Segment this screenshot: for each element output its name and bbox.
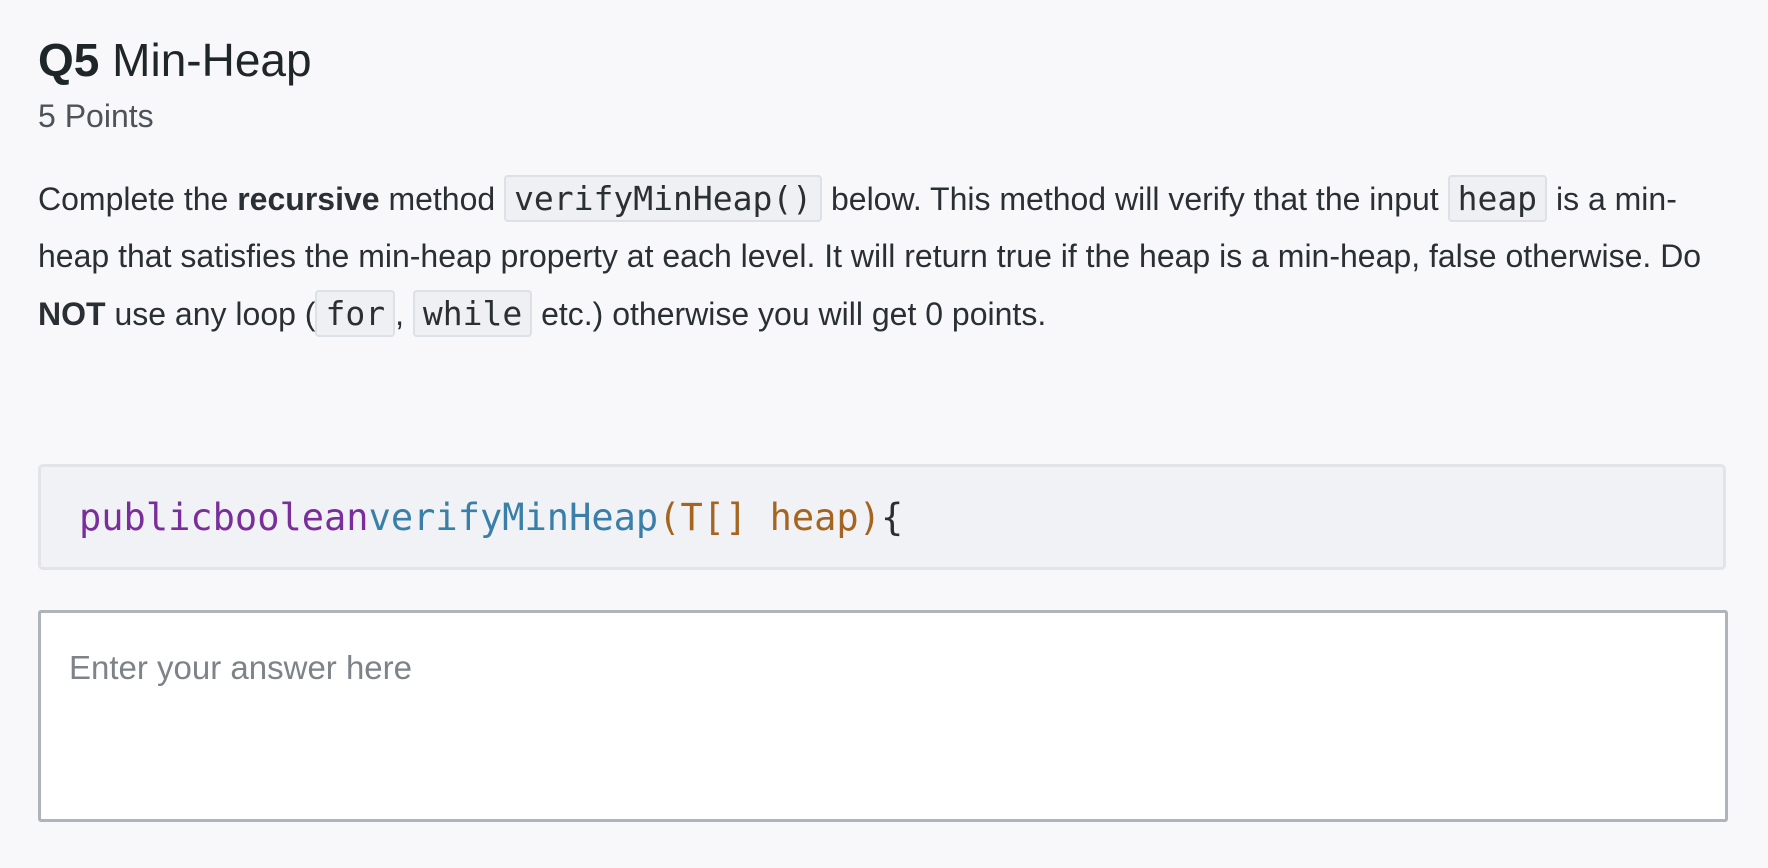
question-card: Q5 Min-Heap 5 Points Complete the recurs…	[38, 30, 1730, 343]
code-keyword-public: public	[79, 495, 213, 539]
question-number: Q5	[38, 34, 100, 86]
code-open-brace: {	[880, 495, 904, 539]
code-parameter: T[] heap	[680, 495, 859, 539]
code-keyword-boolean: boolean	[212, 495, 369, 539]
inline-code-method: verifyMinHeap()	[504, 175, 823, 222]
question-points: 5 Points	[38, 98, 154, 134]
answer-input[interactable]	[38, 610, 1728, 822]
prompt-text: Complete the	[38, 181, 238, 217]
question-title: Q5 Min-Heap	[38, 30, 1730, 90]
inline-code-heap: heap	[1447, 175, 1548, 222]
prompt-bold-recursive: recursive	[237, 181, 380, 217]
code-paren-open: (	[658, 495, 681, 539]
question-title-text: Min-Heap	[112, 34, 312, 86]
code-function-name: verifyMinHeap	[368, 495, 659, 539]
prompt-text: use any loop (	[105, 296, 316, 332]
prompt-text: ,	[395, 296, 413, 332]
question-prompt: Complete the recursive method verifyMinH…	[38, 170, 1738, 343]
prompt-text: etc.) otherwise you will get 0 points.	[532, 296, 1047, 332]
code-paren-close: )	[858, 495, 881, 539]
prompt-text: below. This method will verify that the …	[822, 181, 1448, 217]
inline-code-while: while	[412, 290, 533, 337]
prompt-bold-not: NOT	[38, 296, 106, 332]
inline-code-for: for	[315, 290, 396, 337]
prompt-text: method	[379, 181, 505, 217]
method-signature-code-block: public boolean verifyMinHeap(T[] heap) {	[38, 464, 1726, 570]
